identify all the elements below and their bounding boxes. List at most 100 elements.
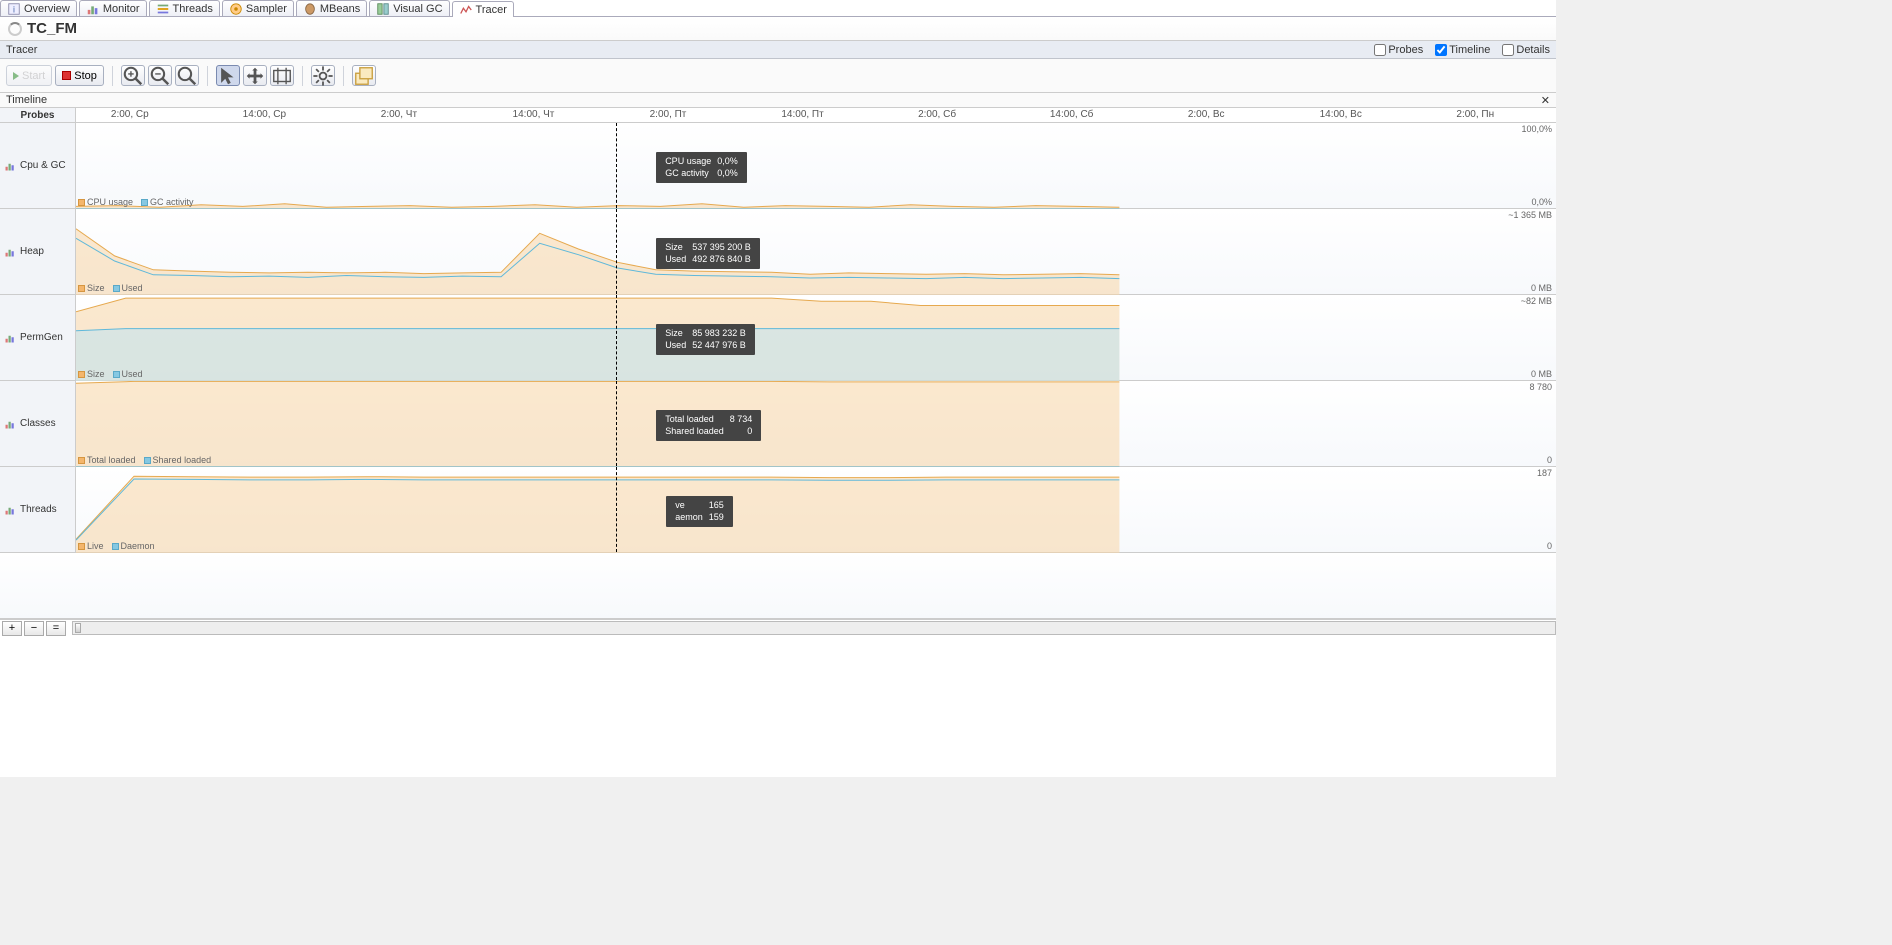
gc-icon (376, 2, 390, 16)
mode-zoom-region-button[interactable] (270, 65, 294, 86)
empty-track (0, 553, 1556, 619)
start-button[interactable]: Start (6, 65, 52, 86)
y-min-label: 0 (1547, 541, 1552, 551)
tick-label: 14:00, Ср (243, 109, 286, 120)
bottom-bar: + − = (0, 619, 1556, 636)
stop-button[interactable]: Stop (55, 65, 104, 86)
tab-bar: i Overview Monitor Threads Sampler MBeans Visu… (0, 0, 1556, 17)
probes-header: Probes (0, 108, 76, 122)
chart-icon (4, 160, 16, 172)
cursor-line (616, 123, 617, 208)
tick-label: 2:00, Пн (1456, 109, 1494, 120)
track-chart[interactable]: ~1 365 MB0 MBSizeUsedSize537 395 200 BUs… (76, 209, 1556, 294)
probe-label[interactable]: Classes (0, 381, 76, 466)
tab-label: Overview (24, 3, 70, 15)
probe-name: Cpu & GC (20, 160, 66, 171)
check-timeline[interactable]: Timeline (1435, 44, 1490, 56)
tab-overview[interactable]: i Overview (0, 0, 77, 16)
probe-label[interactable]: PermGen (0, 295, 76, 380)
track-chart[interactable]: ~82 MB0 MBSizeUsedSize85 983 232 BUsed52… (76, 295, 1556, 380)
checkbox[interactable] (1502, 44, 1514, 56)
probe-name: Heap (20, 246, 44, 257)
tick-label: 2:00, Ср (111, 109, 149, 120)
probe-label[interactable]: Heap (0, 209, 76, 294)
check-probes[interactable]: Probes (1374, 44, 1423, 56)
track-chart[interactable]: 8 7800Total loadedShared loadedTotal loa… (76, 381, 1556, 466)
probe-label[interactable]: Threads (0, 467, 76, 552)
y-min-label: 0 MB (1531, 369, 1552, 379)
track-chart[interactable]: 100,0%0,0%CPU usageGC activityCPU usage0… (76, 123, 1556, 208)
app-title: TC_FM (27, 20, 77, 37)
tick-label: 14:00, Чт (513, 109, 555, 120)
y-min-label: 0 MB (1531, 283, 1552, 293)
spinner-icon (8, 22, 22, 36)
track-permgen: PermGen~82 MB0 MBSizeUsedSize85 983 232 … (0, 295, 1556, 381)
track-heap: Heap~1 365 MB0 MBSizeUsedSize537 395 200… (0, 209, 1556, 295)
toolbar: Start Stop (0, 59, 1556, 93)
track-cpu-gc: Cpu & GC100,0%0,0%CPU usageGC activityCP… (0, 123, 1556, 209)
check-label: Timeline (1449, 44, 1490, 56)
check-label: Probes (1388, 44, 1423, 56)
tab-mbeans[interactable]: MBeans (296, 0, 367, 16)
chart-icon (4, 504, 16, 516)
tick-label: 2:00, Пт (650, 109, 687, 120)
svg-text:i: i (13, 4, 15, 14)
threads-icon (156, 2, 170, 16)
track-classes: Classes8 7800Total loadedShared loadedTo… (0, 381, 1556, 467)
tab-visual-gc[interactable]: Visual GC (369, 0, 449, 16)
mode-select-button[interactable] (216, 65, 240, 86)
timeline-header: Timeline ✕ (0, 93, 1556, 108)
close-icon[interactable]: ✕ (1541, 94, 1550, 107)
tick-label: 14:00, Пт (781, 109, 823, 120)
probe-label[interactable]: Cpu & GC (0, 123, 76, 208)
tick-label: 2:00, Вс (1188, 109, 1225, 120)
tab-label: Threads (173, 3, 213, 15)
settings-button[interactable] (311, 65, 335, 86)
cursor-line (616, 381, 617, 466)
y-min-label: 0,0% (1531, 197, 1552, 207)
cursor-line (616, 295, 617, 380)
legend: SizeUsed (78, 369, 143, 379)
tab-label: Sampler (246, 3, 287, 15)
checkbox[interactable] (1435, 44, 1447, 56)
track-chart[interactable]: 1870LiveDaemonve165aemon159 (76, 467, 1556, 552)
tab-label: Monitor (103, 3, 140, 15)
checkbox[interactable] (1374, 44, 1386, 56)
check-details[interactable]: Details (1502, 44, 1550, 56)
info-icon: i (7, 2, 21, 16)
chart-icon (4, 332, 16, 344)
cursor-line (616, 467, 617, 552)
app-header: TC_FM (0, 17, 1556, 41)
legend: LiveDaemon (78, 541, 155, 551)
tab-sampler[interactable]: Sampler (222, 0, 294, 16)
tab-label: MBeans (320, 3, 360, 15)
mode-pan-button[interactable] (243, 65, 267, 86)
tick-label: 2:00, Сб (918, 109, 956, 120)
stop-icon (62, 71, 71, 80)
zoom-fit-button[interactable] (175, 65, 199, 86)
legend: CPU usageGC activity (78, 197, 194, 207)
tab-tracer[interactable]: Tracer (452, 1, 514, 17)
chart-icon (4, 246, 16, 258)
play-icon (13, 72, 19, 80)
legend: Total loadedShared loaded (78, 455, 211, 465)
row-remove-button[interactable]: − (24, 621, 44, 636)
tick-label: 14:00, Вс (1320, 109, 1362, 120)
tick-label: 14:00, Сб (1050, 109, 1094, 120)
tab-monitor[interactable]: Monitor (79, 0, 147, 16)
bean-icon (303, 2, 317, 16)
track-threads: Threads1870LiveDaemonve165aemon159 (0, 467, 1556, 553)
section-name: Tracer (6, 44, 37, 56)
y-max-label: ~1 365 MB (1508, 210, 1552, 220)
sampler-icon (229, 2, 243, 16)
tab-threads[interactable]: Threads (149, 0, 220, 16)
zoom-in-button[interactable] (121, 65, 145, 86)
tracer-icon (459, 3, 473, 17)
horizontal-scrollbar[interactable] (72, 621, 1556, 635)
legend: SizeUsed (78, 283, 143, 293)
row-add-button[interactable]: + (2, 621, 22, 636)
zoom-out-button[interactable] (148, 65, 172, 86)
y-min-label: 0 (1547, 455, 1552, 465)
export-button[interactable] (352, 65, 376, 86)
row-reset-button[interactable]: = (46, 621, 66, 636)
